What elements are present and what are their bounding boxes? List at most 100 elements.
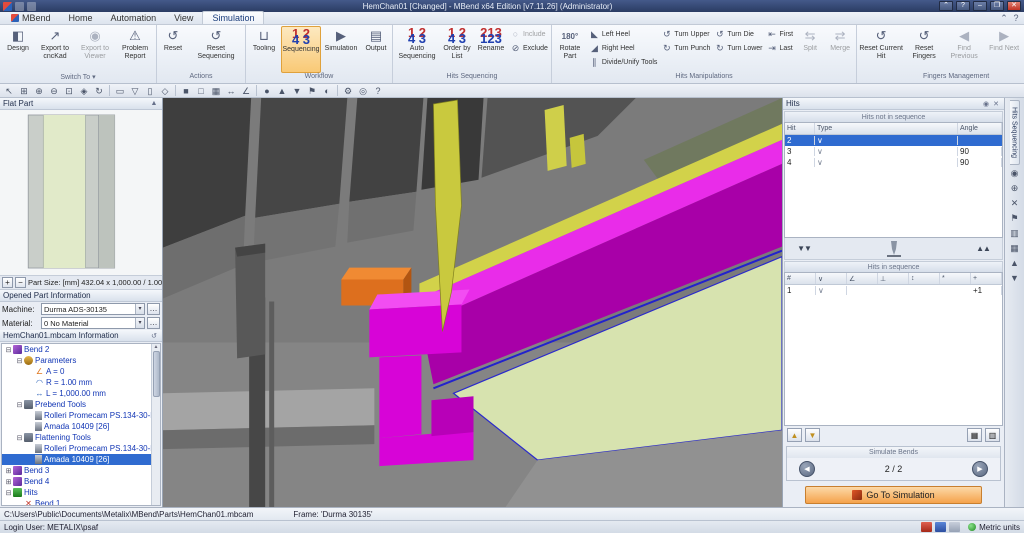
tree-item-prebend-die[interactable]: Amada 10409 [26] xyxy=(2,421,151,432)
scrollbar-thumb[interactable] xyxy=(153,351,160,397)
exclude-button[interactable]: ⊘Exclude xyxy=(508,41,550,55)
pin-icon[interactable]: ◉ xyxy=(1007,167,1022,180)
tree-item-length[interactable]: ↔L = 1,000.00 mm xyxy=(2,388,151,399)
move-down-button[interactable]: ▼ xyxy=(805,428,820,442)
move-out-of-sequence-button[interactable]: ▲▲ xyxy=(972,244,994,253)
minimize-button[interactable]: – xyxy=(973,1,987,11)
help-button[interactable]: ? xyxy=(956,1,970,11)
panel-collapse-icon[interactable]: ▲ xyxy=(149,100,159,107)
transparency-icon[interactable]: ◐ xyxy=(320,85,334,97)
zoom-out-icon[interactable]: ⊖ xyxy=(47,85,61,97)
expander-icon[interactable]: ⊟ xyxy=(4,346,13,354)
material-browse-button[interactable]: … xyxy=(147,317,160,329)
left-heel-button[interactable]: ◣Left Heel xyxy=(587,27,660,41)
divide-unify-tools-button[interactable]: ∥Divide/Unify Tools xyxy=(587,55,660,69)
tree-item-bend-2[interactable]: ⊟Bend 2 xyxy=(2,344,151,355)
first-button[interactable]: ⇤First xyxy=(765,27,796,41)
pan-icon[interactable]: ◈ xyxy=(77,85,91,97)
machine-select[interactable]: Durma ADS-30135▾ xyxy=(41,303,145,315)
expander-icon[interactable]: ⊞ xyxy=(4,467,13,475)
preview-zoom-in-button[interactable]: + xyxy=(2,277,13,288)
viewport-3d[interactable] xyxy=(163,98,782,507)
collapse-ribbon-icon[interactable]: ⌃ xyxy=(998,13,1010,24)
machine-browse-button[interactable]: … xyxy=(147,303,160,315)
status-tool-icon[interactable] xyxy=(949,522,960,532)
app-icon[interactable] xyxy=(3,2,12,11)
show-fingers-icon[interactable]: ⚑ xyxy=(305,85,319,97)
reset-fingers-button[interactable]: ↺Reset Fingers xyxy=(904,26,944,73)
expander-icon[interactable]: ⊟ xyxy=(15,434,24,442)
units-indicator[interactable]: Metric units xyxy=(968,523,1020,532)
move-to-sequence-button[interactable]: ▼▼ xyxy=(793,244,815,253)
maximize-button[interactable]: ❐ xyxy=(990,1,1004,11)
view-top-icon[interactable]: ▽ xyxy=(128,85,142,97)
tree-item-bend-3[interactable]: ⊞Bend 3 xyxy=(2,465,151,476)
group-label-switch-to[interactable]: Switch To ▾ xyxy=(1,73,155,83)
go-to-simulation-button[interactable]: Go To Simulation xyxy=(805,486,982,504)
reset-button[interactable]: ↺Reset xyxy=(158,26,188,73)
expander-icon[interactable]: ⊟ xyxy=(15,357,24,365)
layout-grid-button[interactable]: ▦ xyxy=(967,428,982,442)
right-heel-button[interactable]: ◢Right Heel xyxy=(587,41,660,55)
tree-item-flattening-punch[interactable]: Rolleri Promecam PS.134-30-R0... xyxy=(2,443,151,454)
settings-icon[interactable]: ⚙ xyxy=(341,85,355,97)
arrow-up-icon[interactable]: ▲ xyxy=(1007,257,1022,270)
zoom-fit-icon[interactable]: ⊡ xyxy=(62,85,76,97)
zoom-icon[interactable]: ⊕ xyxy=(1007,182,1022,195)
save-icon[interactable] xyxy=(15,2,24,11)
expander-icon[interactable]: ⊟ xyxy=(15,401,24,409)
expander-icon[interactable]: ⊞ xyxy=(4,478,13,486)
layout-list-button[interactable]: ▥ xyxy=(985,428,1000,442)
zoom-window-icon[interactable]: ⊞ xyxy=(17,85,31,97)
zoom-in-icon[interactable]: ⊕ xyxy=(32,85,46,97)
merge-button[interactable]: ⇄Merge xyxy=(825,26,855,73)
simulation-button[interactable]: ▶Simulation xyxy=(321,26,361,73)
hit-row[interactable]: 4 ∨ 90 xyxy=(785,157,1002,168)
order-by-list-button[interactable]: 1 24 3Order by List xyxy=(440,26,474,73)
tree-item-radius[interactable]: ◠R = 1.00 mm xyxy=(2,377,151,388)
view-side-icon[interactable]: ▯ xyxy=(143,85,157,97)
tree-item-hits[interactable]: ⊟Hits xyxy=(2,487,151,498)
arrow-down-icon[interactable]: ▼ xyxy=(1007,272,1022,285)
last-button[interactable]: ⇥Last xyxy=(765,41,796,55)
export-to-viewer-button[interactable]: ◉Export to Viewer xyxy=(75,26,115,73)
measure-distance-icon[interactable]: ↔ xyxy=(224,85,238,97)
turn-punch-button[interactable]: ↻Turn Punch xyxy=(659,41,712,55)
reset-sequencing-workflow-stage-button[interactable]: ↺Reset Sequencing Workflow Stage xyxy=(188,26,244,73)
tree-scrollbar[interactable]: ▲ xyxy=(151,344,160,505)
expander-icon[interactable]: ⊟ xyxy=(4,489,13,497)
rotate-part-button[interactable]: 180°Rotate Part xyxy=(553,26,587,73)
measure-angle-icon[interactable]: ∠ xyxy=(239,85,253,97)
export-to-cnckad-button[interactable]: ↗Export to cncKad xyxy=(35,26,75,73)
undo-icon[interactable] xyxy=(27,2,36,11)
wireframe-view-icon[interactable]: □ xyxy=(194,85,208,97)
hits-sequencing-tab[interactable]: Hits Sequencing xyxy=(1010,100,1020,165)
tree-refresh-icon[interactable]: ↺ xyxy=(149,332,159,340)
sequencing-button[interactable]: 1 24 3Sequencing xyxy=(281,26,321,73)
rotate-view-icon[interactable]: ↻ xyxy=(92,85,106,97)
close-icon[interactable]: ✕ xyxy=(1007,197,1022,210)
tree-item-flattening-tools[interactable]: ⊟Flattening Tools xyxy=(2,432,151,443)
tab-home[interactable]: Home xyxy=(60,12,102,24)
close-button[interactable]: ✕ xyxy=(1007,1,1021,11)
flat-part-preview[interactable] xyxy=(0,110,162,276)
turn-upper-button[interactable]: ↺Turn Upper xyxy=(659,27,712,41)
sequence-row[interactable]: 1 ∨ +1 xyxy=(785,285,1002,296)
tree-item-bend-1[interactable]: ✕Bend 1 xyxy=(2,498,151,506)
tab-simulation[interactable]: Simulation xyxy=(202,11,264,24)
tree-item-prebend-punch[interactable]: Rolleri Promecam PS.134-30-R0... xyxy=(2,410,151,421)
view-front-icon[interactable]: ▭ xyxy=(113,85,127,97)
tree-item-angle[interactable]: ∠A = 0 xyxy=(2,366,151,377)
find-previous-button[interactable]: ◀Find Previous xyxy=(944,26,984,73)
include-button[interactable]: ○Include xyxy=(508,27,550,41)
select-icon[interactable]: ↖ xyxy=(2,85,16,97)
part-colors-icon[interactable]: ● xyxy=(260,85,274,97)
tree-item-prebend-tools[interactable]: ⊟Prebend Tools xyxy=(2,399,151,410)
hit-row[interactable]: 3 ∨ 90 xyxy=(785,146,1002,157)
shaded-view-icon[interactable]: ■ xyxy=(179,85,193,97)
close-panel-icon[interactable]: ✕ xyxy=(991,100,1001,108)
preview-zoom-out-button[interactable]: − xyxy=(15,277,26,288)
material-select[interactable]: 0 No Material▾ xyxy=(41,317,145,329)
next-bend-button[interactable]: ▶ xyxy=(972,461,988,477)
tab-automation[interactable]: Automation xyxy=(102,12,166,24)
